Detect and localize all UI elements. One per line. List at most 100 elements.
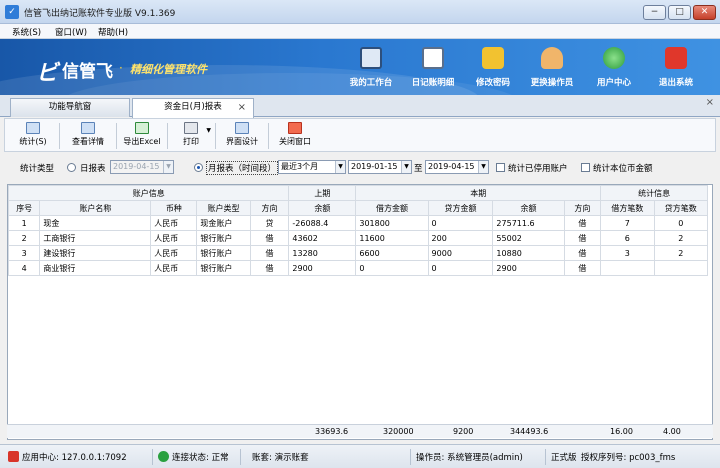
ledger-icon [422,47,444,69]
layout-design-button[interactable]: 界面设计 [219,121,265,151]
col-header[interactable]: 币种 [150,200,198,216]
journal-detail-label: 日记账明细 [411,78,455,88]
include-disabled-checkbox[interactable] [496,163,505,172]
col-header[interactable]: 贷方金额 [427,200,494,216]
col-header[interactable]: 余额 [492,200,565,216]
layout-design-label: 界面设计 [226,137,258,146]
view-details-button[interactable]: 查看详情 [63,121,113,151]
col-header[interactable]: 序号 [7,200,41,216]
monitor-icon [360,47,382,69]
change-operator-button[interactable]: 更换操作员 [521,43,583,93]
power-icon [665,47,687,69]
col-header[interactable]: 贷方笔数 [653,200,709,216]
menu-help[interactable]: 帮助(H) [98,26,128,38]
row-index: 2 [7,230,41,246]
menu-window[interactable]: 窗口(W) [55,26,87,38]
export-excel-button[interactable]: 导出Excel [119,121,165,151]
report-grid: 账户信息 上期 本期 统计信息 序号 账户名称 币种 账户类型 方向 余额 借方… [7,184,713,440]
prev-balance: 13280 [288,245,357,261]
total-credit: 9200 [453,427,474,436]
change-password-button[interactable]: 修改密码 [462,43,524,93]
col-header[interactable]: 借方金额 [355,200,429,216]
col-header[interactable]: 借方笔数 [600,200,655,216]
row-index: 1 [7,215,41,231]
my-workbench-label: 我的工作台 [349,78,393,88]
brand-separator: · [119,61,123,75]
exit-system-button[interactable]: 退出系统 [645,43,707,93]
excel-icon [135,122,149,134]
column-group-row: 账户信息 上期 本期 统计信息 [7,185,708,201]
print-button[interactable]: 打印 ▼ [171,121,211,151]
table-row[interactable]: 3 建设银行 人民币 银行账户 借 13280 6600 9000 10880 … [7,245,709,261]
debit-amount: 6600 [355,245,429,261]
credit-count: 2 [653,230,709,246]
debit-count: 7 [600,215,655,231]
close-button[interactable]: ✕ [693,5,716,20]
account-name: 商业银行 [39,260,152,276]
account-name: 建设银行 [39,245,152,261]
user-icon [541,47,563,69]
chevron-down-icon: ▼ [163,161,173,173]
col-header[interactable]: 账户名称 [39,200,152,216]
account-type: 现金账户 [196,215,251,231]
current-balance: 10880 [492,245,565,261]
total-debit-count: 16.00 [610,427,633,436]
stats-icon [26,122,40,134]
credit-amount: 0 [427,260,494,276]
app-center-icon [8,451,19,462]
filter-bar: 统计类型 日报表 2019-04-15 ▼ 月报表（时间段） 最近3个月 ▼ 2… [4,153,716,181]
stats-button[interactable]: 统计(S) [11,121,55,151]
globe-icon [603,47,625,69]
close-window-button[interactable]: 关闭窗口 [271,121,319,151]
toolbar-divider [59,123,60,149]
col-header[interactable]: 方向 [249,200,290,216]
close-window-icon [288,122,302,134]
start-date-picker[interactable]: 2019-01-15 ▼ [348,160,412,174]
start-date-value: 2019-01-15 [351,162,398,171]
daily-date-picker[interactable]: 2019-04-15 ▼ [110,160,174,174]
total-credit-count: 4.00 [663,427,681,436]
include-disabled-label: 统计已停用账户 [508,164,568,174]
tab-function-navigation[interactable]: 功能导航窗 [10,98,130,117]
end-date-picker[interactable]: 2019-04-15 ▼ [425,160,489,174]
tabstrip-close-icon[interactable]: × [706,97,714,108]
tab-function-navigation-label: 功能导航窗 [48,102,92,112]
tab-fund-report[interactable]: 资金日(月)报表 × [132,98,254,118]
row-index: 3 [7,245,41,261]
col-header[interactable]: 方向 [563,200,602,216]
brand-name: 信管飞 [62,62,113,82]
monthly-report-radio[interactable] [194,163,203,172]
journal-detail-button[interactable]: 日记账明细 [402,43,464,93]
account-book-status: 账套: 演示账套 [252,453,309,463]
maximize-button[interactable]: □ [668,5,691,20]
status-divider [410,449,411,465]
my-workbench-button[interactable]: 我的工作台 [340,43,402,93]
credit-count: 2 [653,245,709,261]
current-direction: 借 [563,260,602,276]
tab-close-icon[interactable]: × [238,99,246,116]
col-header[interactable]: 账户类型 [196,200,251,216]
minimize-button[interactable]: − [643,5,666,20]
total-balance: 344493.6 [510,427,549,436]
period-select[interactable]: 最近3个月 ▼ [278,160,346,174]
user-center-label: 用户中心 [596,78,631,88]
close-window-label: 关闭窗口 [279,137,311,146]
current-direction: 借 [563,230,602,246]
toolbar-divider [215,123,216,149]
toolbar-divider [167,123,168,149]
print-dropdown-icon[interactable]: ▼ [206,127,211,134]
serial-status: 授权序列号: pc003_fms [581,453,676,463]
daily-report-radio[interactable] [67,163,76,172]
base-currency-checkbox[interactable] [581,163,590,172]
user-center-button[interactable]: 用户中心 [583,43,645,93]
table-row[interactable]: 1 现金 人民币 现金账户 贷 -26088.4 301800 0 275711… [7,215,709,231]
print-label: 打印 [183,137,199,146]
exit-system-label: 退出系统 [658,78,693,88]
table-row[interactable]: 4 商业银行 人民币 银行账户 借 2900 0 0 2900 借 [7,260,709,276]
menu-system[interactable]: 系统(S) [12,26,41,38]
report-type-label: 统计类型 [20,164,55,174]
table-row[interactable]: 2 工商银行 人民币 银行账户 借 43602 11600 200 55002 … [7,230,709,246]
period-value: 最近3个月 [281,162,319,171]
col-header[interactable]: 余额 [288,200,357,216]
app-center-status: 应用中心: 127.0.0.1:7092 [22,453,127,463]
